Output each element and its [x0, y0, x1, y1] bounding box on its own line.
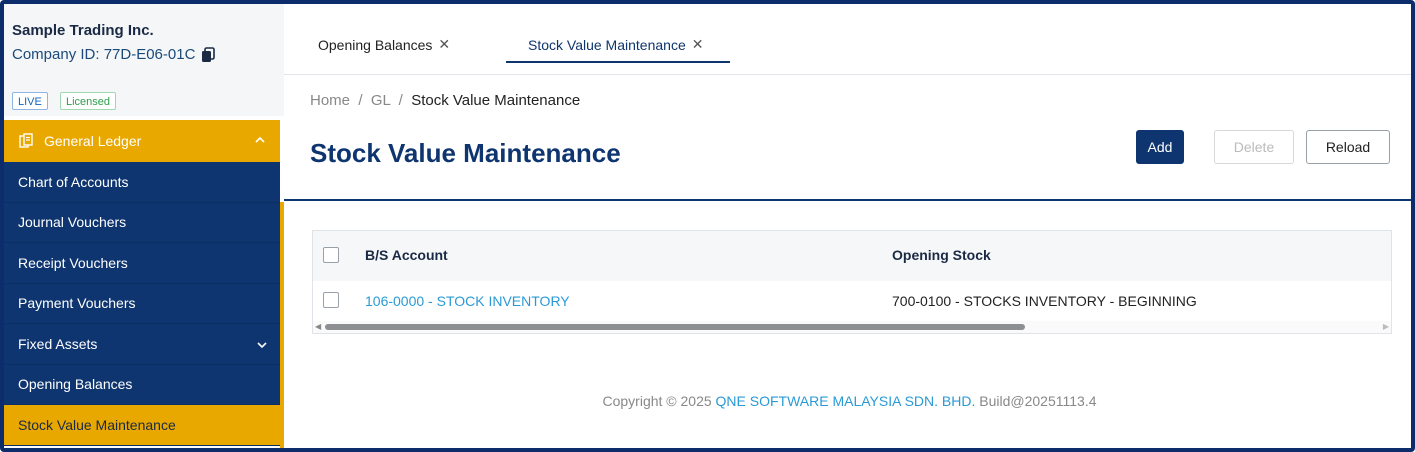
sidebar-item-label: Payment Vouchers [18, 295, 136, 312]
scroll-left-icon[interactable]: ◀ [315, 322, 321, 331]
copy-icon[interactable] [201, 46, 216, 63]
sidebar-item-receipt-vouchers[interactable]: Receipt Vouchers [4, 243, 280, 284]
sidebar-item-label: Chart of Accounts [18, 173, 129, 190]
header-divider [284, 199, 1411, 201]
live-badge: LIVE [12, 92, 48, 110]
opening-stock-cell: 700-0100 - STOCKS INVENTORY - BEGINNING [892, 293, 1197, 309]
sidebar-item-journal-vouchers[interactable]: Journal Vouchers [4, 202, 280, 243]
company-info: Sample Trading Inc. Company ID: 77D-E06-… [4, 4, 284, 87]
tab-label: Opening Balances [318, 36, 433, 53]
scrollbar-thumb[interactable] [325, 324, 1025, 330]
sidebar: Sample Trading Inc. Company ID: 77D-E06-… [4, 4, 284, 448]
column-header-opening-stock[interactable]: Opening Stock [892, 247, 991, 263]
company-id: Company ID: 77D-E06-01C [12, 46, 216, 63]
tab-label: Stock Value Maintenance [528, 36, 686, 53]
build-version: Build@20251113.4 [979, 393, 1097, 409]
sidebar-item-label: Fixed Assets [18, 335, 98, 352]
row-checkbox[interactable] [323, 292, 339, 308]
chevron-down-icon [256, 338, 268, 354]
reload-button[interactable]: Reload [1306, 130, 1390, 164]
tab-opening-balances[interactable]: Opening Balances ✕ [318, 36, 450, 53]
close-icon[interactable]: ✕ [438, 36, 450, 53]
sidebar-item-label: Opening Balances [18, 376, 133, 393]
breadcrumb-home[interactable]: Home [310, 92, 350, 109]
close-icon[interactable]: ✕ [692, 36, 704, 53]
add-button[interactable]: Add [1136, 130, 1184, 164]
company-link[interactable]: QNE SOFTWARE MALAYSIA SDN. BHD. [716, 393, 976, 409]
status-badges: LIVE Licensed [4, 86, 284, 116]
tab-bar: Opening Balances ✕ Stock Value Maintenan… [284, 4, 1411, 75]
horizontal-scrollbar[interactable]: ◀ ▶ [313, 321, 1391, 333]
bs-account-link[interactable]: 106-0000 - STOCK INVENTORY [365, 293, 570, 309]
sidebar-item-label: Journal Vouchers [18, 214, 127, 231]
main-content: Opening Balances ✕ Stock Value Maintenan… [284, 4, 1411, 448]
scroll-right-icon[interactable]: ▶ [1383, 322, 1389, 331]
sidebar-item-fixed-assets[interactable]: Fixed Assets [4, 324, 280, 365]
data-table: B/S Account Opening Stock 106-0000 - STO… [312, 230, 1392, 334]
footer: Copyright © 2025 QNE SOFTWARE MALAYSIA S… [284, 393, 1411, 409]
sidebar-item-label: Receipt Vouchers [18, 254, 128, 271]
table-row[interactable]: 106-0000 - STOCK INVENTORY 700-0100 - ST… [313, 281, 1391, 321]
breadcrumb-current: Stock Value Maintenance [411, 92, 581, 109]
delete-button[interactable]: Delete [1214, 130, 1294, 164]
breadcrumb-gl[interactable]: GL [371, 92, 390, 109]
sidebar-item-opening-balances[interactable]: Opening Balances [4, 364, 280, 405]
chevron-up-icon [254, 133, 266, 149]
active-tab-indicator [506, 61, 730, 63]
copyright-text: Copyright © 2025 [602, 393, 712, 409]
breadcrumb: Home / GL / Stock Value Maintenance [310, 92, 580, 109]
breadcrumb-separator: / [358, 92, 363, 109]
sidebar-group-label: General Ledger [44, 133, 142, 149]
licensed-badge: Licensed [60, 92, 117, 110]
breadcrumb-separator: / [398, 92, 403, 109]
tab-stock-value-maintenance[interactable]: Stock Value Maintenance ✕ [528, 36, 703, 53]
column-header-bs-account[interactable]: B/S Account [365, 247, 448, 263]
select-all-checkbox[interactable] [323, 247, 339, 263]
sidebar-item-label: Stock Value Maintenance [18, 416, 176, 433]
company-name: Sample Trading Inc. [12, 22, 154, 39]
ledger-icon [18, 133, 34, 149]
sidebar-menu: General Ledger Chart of Accounts Journal… [4, 120, 280, 446]
page-title: Stock Value Maintenance [310, 138, 621, 168]
sidebar-item-stock-value-maintenance[interactable]: Stock Value Maintenance [4, 405, 280, 446]
company-id-label: Company ID: 77D-E06-01C [12, 46, 196, 63]
sidebar-item-chart-of-accounts[interactable]: Chart of Accounts [4, 162, 280, 203]
app-window: Sample Trading Inc. Company ID: 77D-E06-… [0, 0, 1415, 452]
table-header: B/S Account Opening Stock [313, 231, 1391, 282]
sidebar-group-general-ledger[interactable]: General Ledger [4, 120, 280, 162]
sidebar-item-payment-vouchers[interactable]: Payment Vouchers [4, 283, 280, 324]
